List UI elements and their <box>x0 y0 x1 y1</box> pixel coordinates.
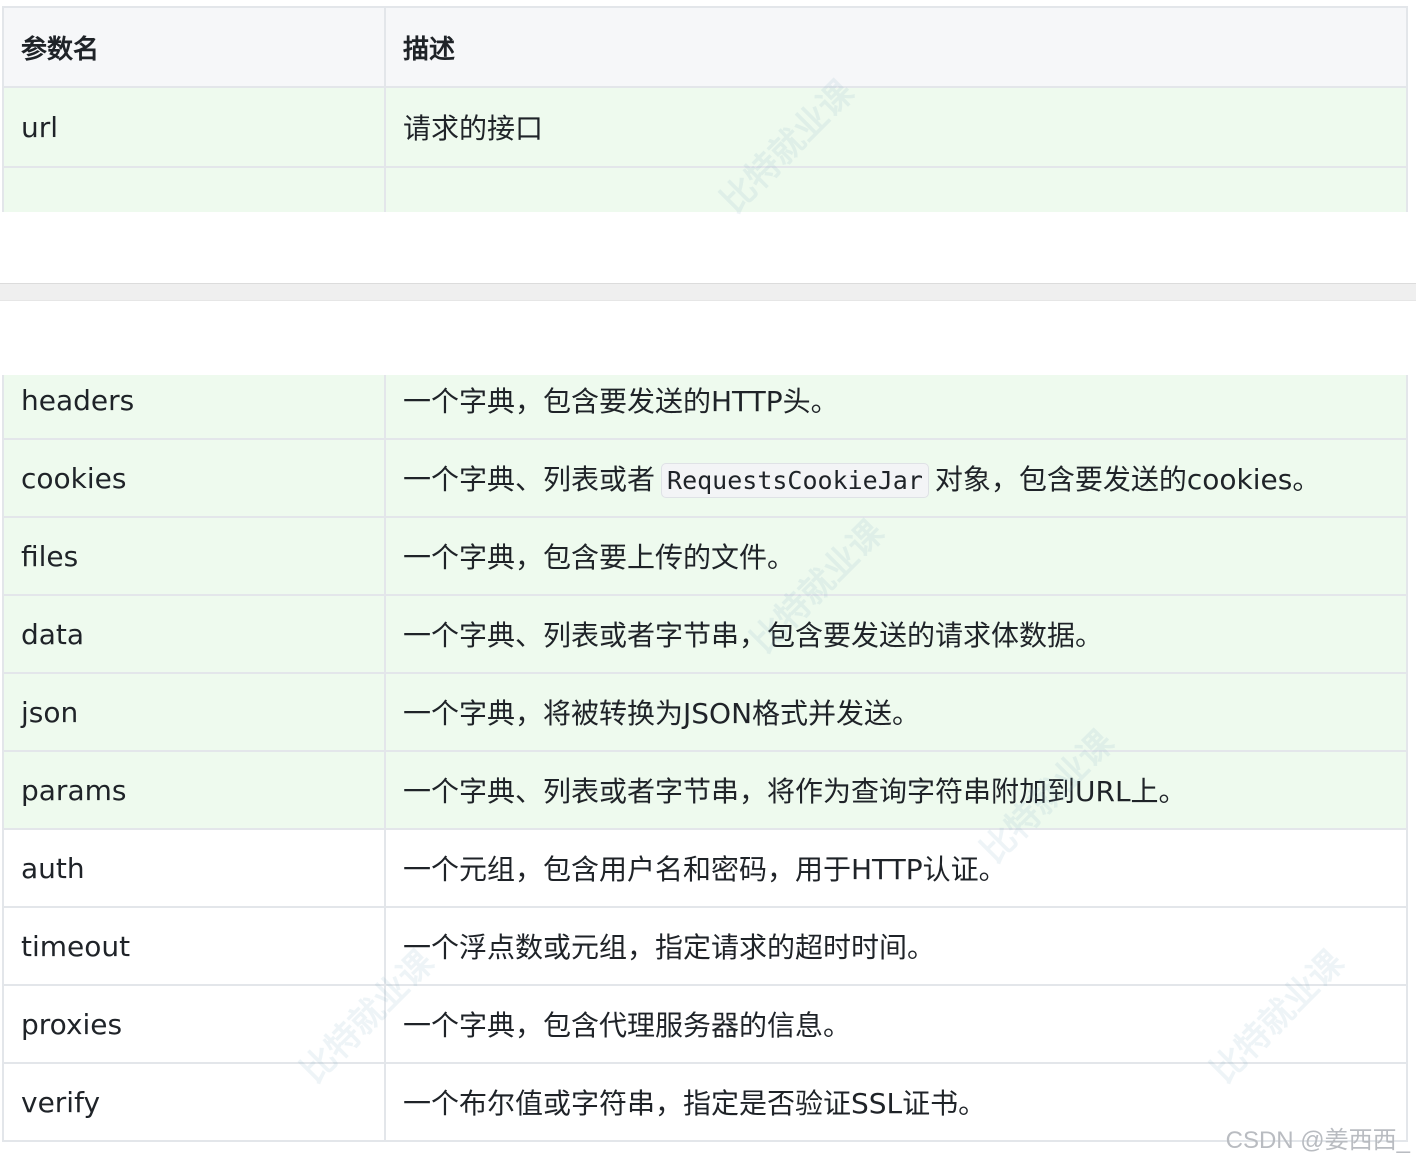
table-row: timeout 一个浮点数或元组，指定请求的超时时间。 <box>2 906 1408 986</box>
csdn-credit: CSDN @姜西西_ <box>1225 1127 1410 1154</box>
table-header-row: 参数名 描述 <box>2 6 1408 88</box>
table-row: auth 一个元组，包含用户名和密码，用于HTTP认证。 <box>2 828 1408 908</box>
table-row: headers 一个字典，包含要发送的HTTP头。 <box>2 375 1408 440</box>
param-name: auth <box>2 828 386 908</box>
table-row: url 请求的接口 <box>2 86 1408 168</box>
params-table-top: 参数名 描述 url 请求的接口 <box>2 6 1408 212</box>
table-row-cutoff <box>2 166 1408 212</box>
param-name: json <box>2 672 386 752</box>
table-row: files 一个字典，包含要上传的文件。 <box>2 516 1408 596</box>
desc-text: 对象，包含要发送的cookies。 <box>934 463 1321 496</box>
header-description: 描述 <box>384 6 1408 88</box>
table-row: verify 一个布尔值或字符串，指定是否验证SSL证书。 <box>2 1062 1408 1142</box>
table-row: json 一个字典，将被转换为JSON格式并发送。 <box>2 672 1408 752</box>
param-name: verify <box>2 1062 386 1142</box>
param-description: 一个字典、列表或者 RequestsCookieJar 对象，包含要发送的cooki… <box>384 438 1408 518</box>
page: 参数名 描述 url 请求的接口 headers 一个字典，包含要发送的HTTP… <box>0 0 1416 1165</box>
desc-text: 一个字典、列表或者 <box>403 463 656 496</box>
param-name: data <box>2 594 386 674</box>
table-continuation: headers 一个字典，包含要发送的HTTP头。 cookies 一个字典、列… <box>0 375 1416 1165</box>
screenshot-divider <box>0 283 1416 301</box>
empty-cell <box>2 166 386 212</box>
table-row: data 一个字典、列表或者字节串，包含要发送的请求体数据。 <box>2 594 1408 674</box>
param-name: headers <box>2 375 386 440</box>
param-description: 一个字典、列表或者字节串，将作为查询字符串附加到URL上。 <box>384 750 1408 830</box>
param-description: 一个元组，包含用户名和密码，用于HTTP认证。 <box>384 828 1408 908</box>
param-name: cookies <box>2 438 386 518</box>
param-description: 一个浮点数或元组，指定请求的超时时间。 <box>384 906 1408 986</box>
param-name: proxies <box>2 984 386 1064</box>
param-name: url <box>2 86 386 168</box>
param-name: params <box>2 750 386 830</box>
param-description: 一个字典，包含要上传的文件。 <box>384 516 1408 596</box>
table-row: cookies 一个字典、列表或者 RequestsCookieJar 对象，包含要… <box>2 438 1408 518</box>
param-description: 一个字典、列表或者字节串，包含要发送的请求体数据。 <box>384 594 1408 674</box>
table-row: params 一个字典、列表或者字节串，将作为查询字符串附加到URL上。 <box>2 750 1408 830</box>
header-param-name: 参数名 <box>2 6 386 88</box>
param-description: 一个字典，包含代理服务器的信息。 <box>384 984 1408 1064</box>
param-description: 请求的接口 <box>384 86 1408 168</box>
param-description: 一个字典，将被转换为JSON格式并发送。 <box>384 672 1408 752</box>
param-description: 一个字典，包含要发送的HTTP头。 <box>384 375 1408 440</box>
table-row: proxies 一个字典，包含代理服务器的信息。 <box>2 984 1408 1064</box>
inline-code: RequestsCookieJar <box>661 463 929 498</box>
param-name: timeout <box>2 906 386 986</box>
empty-cell <box>384 166 1408 212</box>
param-name: files <box>2 516 386 596</box>
params-table-bottom: headers 一个字典，包含要发送的HTTP头。 cookies 一个字典、列… <box>2 375 1408 1142</box>
